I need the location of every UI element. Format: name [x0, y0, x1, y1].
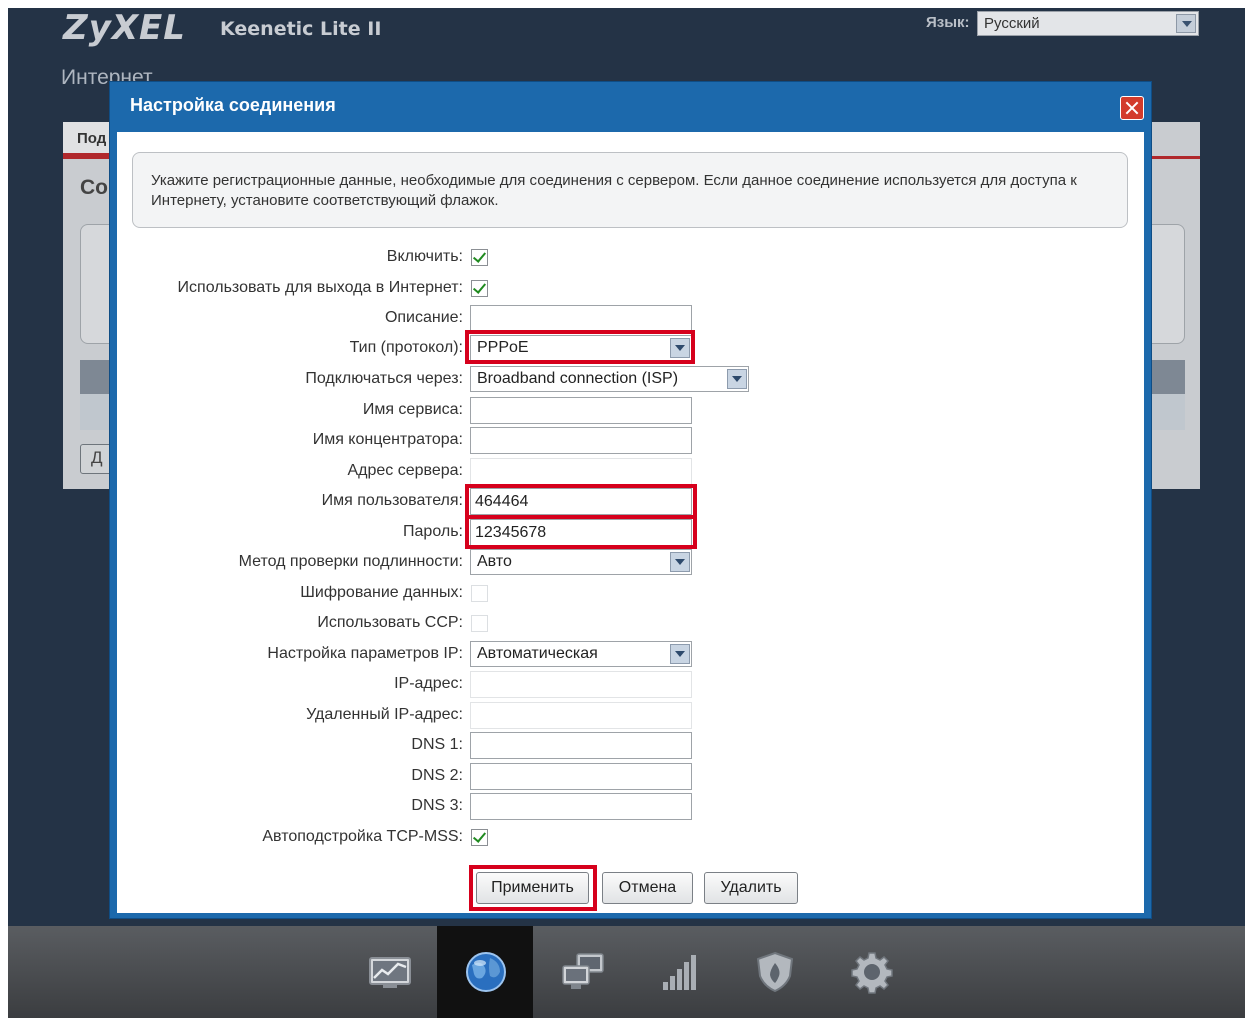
- auth-method-value: Авто: [477, 553, 512, 570]
- dialog-body: Укажите регистрационные данные, необходи…: [117, 132, 1144, 913]
- info-message: Укажите регистрационные данные, необходи…: [132, 152, 1128, 228]
- encryption-label: Шифрование данных:: [300, 584, 463, 601]
- service-name-input[interactable]: [470, 397, 692, 424]
- auth-method-label: Метод проверки подлинности:: [238, 553, 463, 570]
- dns2-input[interactable]: [470, 763, 692, 790]
- cancel-button[interactable]: Отмена: [602, 872, 693, 904]
- concentrator-name-input[interactable]: [470, 427, 692, 454]
- use-internet-label: Использовать для выхода в Интернет:: [177, 279, 463, 296]
- password-label: Пароль:: [403, 523, 463, 540]
- username-label: Имя пользователя:: [321, 492, 463, 509]
- signal-bars-icon: [663, 955, 696, 990]
- bottom-taskbar: [8, 926, 1245, 1018]
- remote-ip-input[interactable]: [470, 702, 692, 729]
- chevron-down-icon[interactable]: [670, 552, 690, 572]
- concentrator-name-label: Имя концентратора:: [312, 431, 463, 448]
- taskbar-system[interactable]: [823, 926, 919, 1018]
- monitor-chart-icon: [369, 957, 411, 988]
- device-model: Keenetic Lite II: [220, 18, 382, 40]
- chevron-down-icon[interactable]: [670, 644, 690, 664]
- apply-button[interactable]: Применить: [476, 872, 589, 904]
- zyxel-logo: ZyXEL: [63, 8, 186, 48]
- section-heading: Со: [80, 176, 108, 199]
- tcp-mss-label: Автоподстройка TCP-MSS:: [262, 828, 463, 845]
- server-address-input[interactable]: [470, 458, 692, 485]
- ip-address-input[interactable]: [470, 671, 692, 698]
- protocol-label: Тип (протокол):: [349, 339, 463, 356]
- description-input[interactable]: [470, 305, 692, 332]
- dns3-input[interactable]: [470, 793, 692, 820]
- globe-icon: [466, 952, 506, 992]
- network-computers-icon: [562, 953, 604, 989]
- use-internet-checkbox[interactable]: [471, 280, 488, 297]
- delete-button[interactable]: Удалить: [704, 872, 798, 904]
- dns3-label: DNS 3:: [411, 797, 463, 814]
- remote-ip-label: Удаленный IP-адрес:: [306, 706, 463, 723]
- protocol-select[interactable]: PPPoE: [470, 335, 692, 361]
- enable-checkbox[interactable]: [471, 249, 488, 266]
- dialog-title: Настройка соединения: [130, 95, 336, 115]
- shield-icon: [756, 951, 794, 993]
- chevron-down-icon[interactable]: [727, 369, 747, 389]
- taskbar-monitor[interactable]: [341, 926, 437, 1018]
- language-select[interactable]: Русский: [977, 11, 1199, 36]
- use-ccp-checkbox[interactable]: [471, 615, 488, 632]
- dns2-label: DNS 2:: [411, 767, 463, 784]
- use-ccp-label: Использовать CCP:: [317, 614, 463, 631]
- tcp-mss-checkbox[interactable]: [471, 829, 488, 846]
- password-input[interactable]: 12345678: [470, 519, 692, 546]
- description-label: Описание:: [384, 309, 463, 326]
- username-input[interactable]: 464464: [470, 488, 692, 515]
- ip-settings-value: Автоматическая: [477, 645, 598, 662]
- connect-via-select[interactable]: Broadband connection (ISP): [470, 366, 749, 392]
- encryption-checkbox[interactable]: [471, 585, 488, 602]
- protocol-value: PPPoE: [477, 339, 529, 356]
- connect-via-label: Подключаться через:: [305, 370, 463, 387]
- router-web-ui: ZyXEL Keenetic Lite II Язык: Русский Инт…: [8, 8, 1245, 1018]
- ip-settings-select[interactable]: Автоматическая: [470, 641, 692, 667]
- auth-method-select[interactable]: Авто: [470, 549, 692, 575]
- close-icon[interactable]: [1120, 96, 1144, 120]
- connection-settings-dialog: Настройка соединения Укажите регистрацио…: [109, 81, 1152, 919]
- taskbar-security[interactable]: [726, 926, 822, 1018]
- dns1-label: DNS 1:: [411, 736, 463, 753]
- service-name-label: Имя сервиса:: [362, 401, 463, 418]
- taskbar-wifi[interactable]: [630, 926, 726, 1018]
- chevron-down-icon[interactable]: [1176, 14, 1196, 33]
- language-value: Русский: [984, 15, 1040, 32]
- ip-address-label: IP-адрес:: [394, 675, 463, 692]
- connect-via-value: Broadband connection (ISP): [477, 370, 679, 387]
- ip-settings-label: Настройка параметров IP:: [267, 645, 463, 662]
- server-address-label: Адрес сервера:: [347, 462, 463, 479]
- taskbar-home-network[interactable]: [534, 926, 630, 1018]
- gear-icon: [851, 952, 893, 994]
- chevron-down-icon[interactable]: [670, 338, 690, 358]
- language-label: Язык:: [926, 14, 970, 31]
- dns1-input[interactable]: [470, 732, 692, 759]
- taskbar-internet[interactable]: [437, 926, 533, 1018]
- enable-label: Включить:: [386, 248, 463, 265]
